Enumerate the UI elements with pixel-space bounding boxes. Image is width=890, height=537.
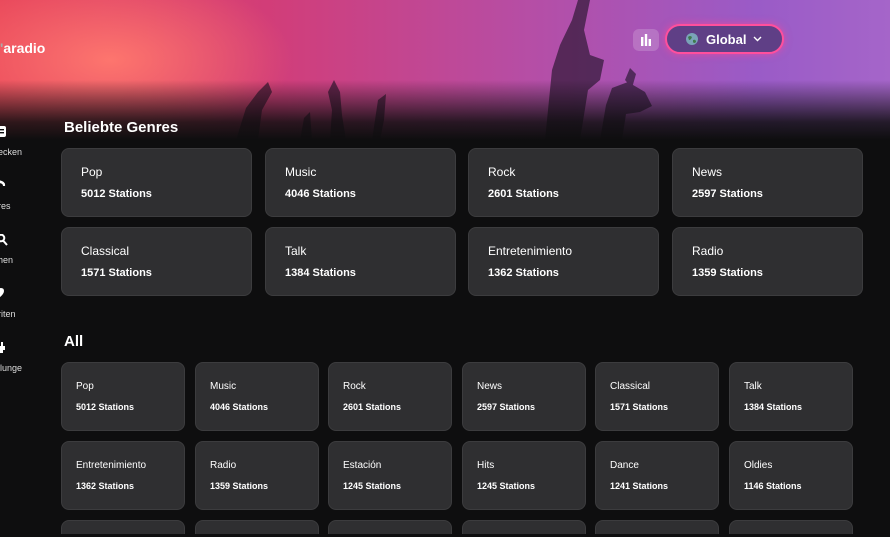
genre-station-count: 4046 Stations [210,402,269,412]
genre-station-count: 1241 Stations [610,481,669,491]
sidebar-item-label: riten [0,309,16,319]
genre-card[interactable]: Classical 1571 Stations [61,227,252,296]
genre-card[interactable]: Music 4046 Stations [195,362,319,431]
genre-station-count: 2601 Stations [343,402,402,412]
genre-card[interactable] [195,520,319,534]
genre-station-count: 1362 Stations [76,481,135,491]
equalizer-icon [641,34,651,46]
heart-icon [0,288,4,298]
genre-card[interactable]: Dance 1241 Stations [595,441,719,510]
genre-name: News [692,165,723,179]
genre-card[interactable]: Radio 1359 Stations [195,441,319,510]
sidebar-item-settings[interactable]: llunge [0,342,30,382]
genre-name: Dance [610,460,639,471]
genre-name: Talk [285,244,307,258]
genre-name: Rock [488,165,516,179]
sidebar-item-label: ecken [0,147,23,157]
genre-card[interactable]: Rock 2601 Stations [468,148,659,217]
genre-station-count: 1362 Stations [488,267,559,279]
genre-name: Estación [343,460,382,471]
compass-icon [0,126,6,137]
genre-station-count: 5012 Stations [76,402,135,412]
genre-station-count: 1359 Stations [692,267,763,279]
genre-card[interactable]: Rock 2601 Stations [328,362,452,431]
genre-name: Rock [343,381,366,392]
genre-card[interactable]: Music 4046 Stations [265,148,456,217]
genre-station-count: 1245 Stations [477,481,536,491]
genre-station-count: 1384 Stations [285,267,356,279]
genre-name: Hits [477,460,495,471]
sidebar-item-label: hen [0,255,14,265]
genre-card[interactable] [462,520,586,534]
sidebar-item-search[interactable]: hen [0,234,30,274]
genre-name: Pop [81,165,103,179]
genre-card[interactable]: Estación 1245 Stations [328,441,452,510]
logo-text: aradio [3,40,46,56]
genre-station-count: 1571 Stations [610,402,669,412]
sidebar-item-label: llunge [0,363,23,373]
genre-name: Radio [210,460,237,471]
genre-station-count: 5012 Stations [81,188,152,200]
genre-station-count: 2597 Stations [692,188,763,200]
genre-card[interactable]: Oldies 1146 Stations [729,441,853,510]
genre-card[interactable]: Entretenimiento 1362 Stations [61,441,185,510]
settings-icon [0,342,5,353]
genre-name: Radio [692,244,724,258]
genre-name: News [477,381,503,392]
genre-card[interactable]: Talk 1384 Stations [729,362,853,431]
genre-card[interactable] [595,520,719,534]
region-select-button[interactable]: Global [665,24,784,54]
region-label: Global [706,31,747,47]
genre-name: Music [285,165,317,179]
sidebar-item-discover[interactable]: ecken [0,126,30,166]
genre-card[interactable]: Radio 1359 Stations [672,227,863,296]
genre-name: Entretenimiento [76,460,147,471]
genre-card[interactable]: News 2597 Stations [462,362,586,431]
search-icon [0,234,8,246]
genre-name: Entretenimiento [488,244,573,258]
genre-station-count: 1146 Stations [744,481,802,491]
sidebar-item-genres[interactable]: res [0,180,30,220]
popular-genres-title: Beliebte Genres [64,119,179,136]
genre-card[interactable] [328,520,452,534]
chevron-down-icon [753,36,762,42]
app-logo[interactable]: ʹaradio [0,40,45,56]
all-genres-title: All [64,333,84,350]
genre-name: Classical [81,244,130,258]
equalizer-button[interactable] [633,29,659,51]
genre-name: Music [210,381,237,392]
genre-card[interactable] [61,520,185,534]
genre-name: Talk [744,381,762,392]
genre-station-count: 2597 Stations [477,402,536,412]
genre-card[interactable]: News 2597 Stations [672,148,863,217]
genre-name: Oldies [744,460,773,471]
sidebar-item-label: res [0,201,11,211]
genre-station-count: 2601 Stations [488,188,559,200]
genre-name: Classical [610,381,651,392]
genre-station-count: 1359 Stations [210,481,269,491]
genre-card[interactable]: Talk 1384 Stations [265,227,456,296]
genre-station-count: 1571 Stations [81,267,152,279]
genre-station-count: 1245 Stations [343,481,402,491]
genre-card[interactable]: Classical 1571 Stations [595,362,719,431]
genre-card[interactable]: Hits 1245 Stations [462,441,586,510]
genre-card[interactable]: Pop 5012 Stations [61,362,185,431]
globe-icon [686,33,698,45]
genre-card[interactable] [729,520,853,534]
genres-icon [0,180,6,186]
sidebar-item-favorites[interactable]: riten [0,288,30,328]
genre-name: Pop [76,381,94,392]
genre-station-count: 4046 Stations [285,188,356,200]
genre-station-count: 1384 Stations [744,402,803,412]
genre-card[interactable]: Entretenimiento 1362 Stations [468,227,659,296]
genre-card[interactable]: Pop 5012 Stations [61,148,252,217]
